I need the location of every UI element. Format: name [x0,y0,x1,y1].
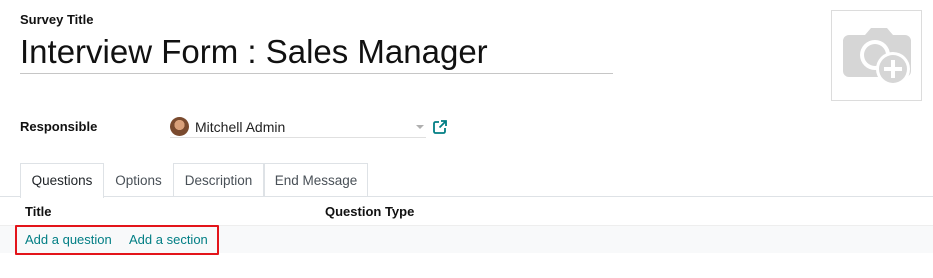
tab-options[interactable]: Options [104,163,173,197]
survey-form: Survey Title Interview Form : Sales Mana… [0,0,933,278]
column-title[interactable]: Title [25,204,52,219]
responsible-value[interactable]: Mitchell Admin [195,119,285,135]
responsible-label: Responsible [20,119,98,134]
column-question-type[interactable]: Question Type [325,204,414,219]
responsible-select[interactable]: Mitchell Admin [170,116,426,138]
survey-image-upload[interactable] [831,10,922,101]
survey-title-value[interactable]: Interview Form : Sales Manager [20,32,613,72]
questions-table-header: Title Question Type [0,198,933,225]
external-link-icon[interactable] [432,119,448,135]
survey-title-field[interactable]: Interview Form : Sales Manager [20,32,613,74]
tab-questions[interactable]: Questions [20,163,104,198]
chevron-down-icon[interactable] [416,125,424,129]
avatar [170,117,189,136]
survey-title-label: Survey Title [20,12,94,27]
tab-end-message[interactable]: End Message [264,163,368,197]
camera-plus-icon [842,27,911,86]
notebook-tabs: Questions Options Description End Messag… [0,163,933,198]
highlight-box [15,225,219,255]
tab-description[interactable]: Description [173,163,264,197]
